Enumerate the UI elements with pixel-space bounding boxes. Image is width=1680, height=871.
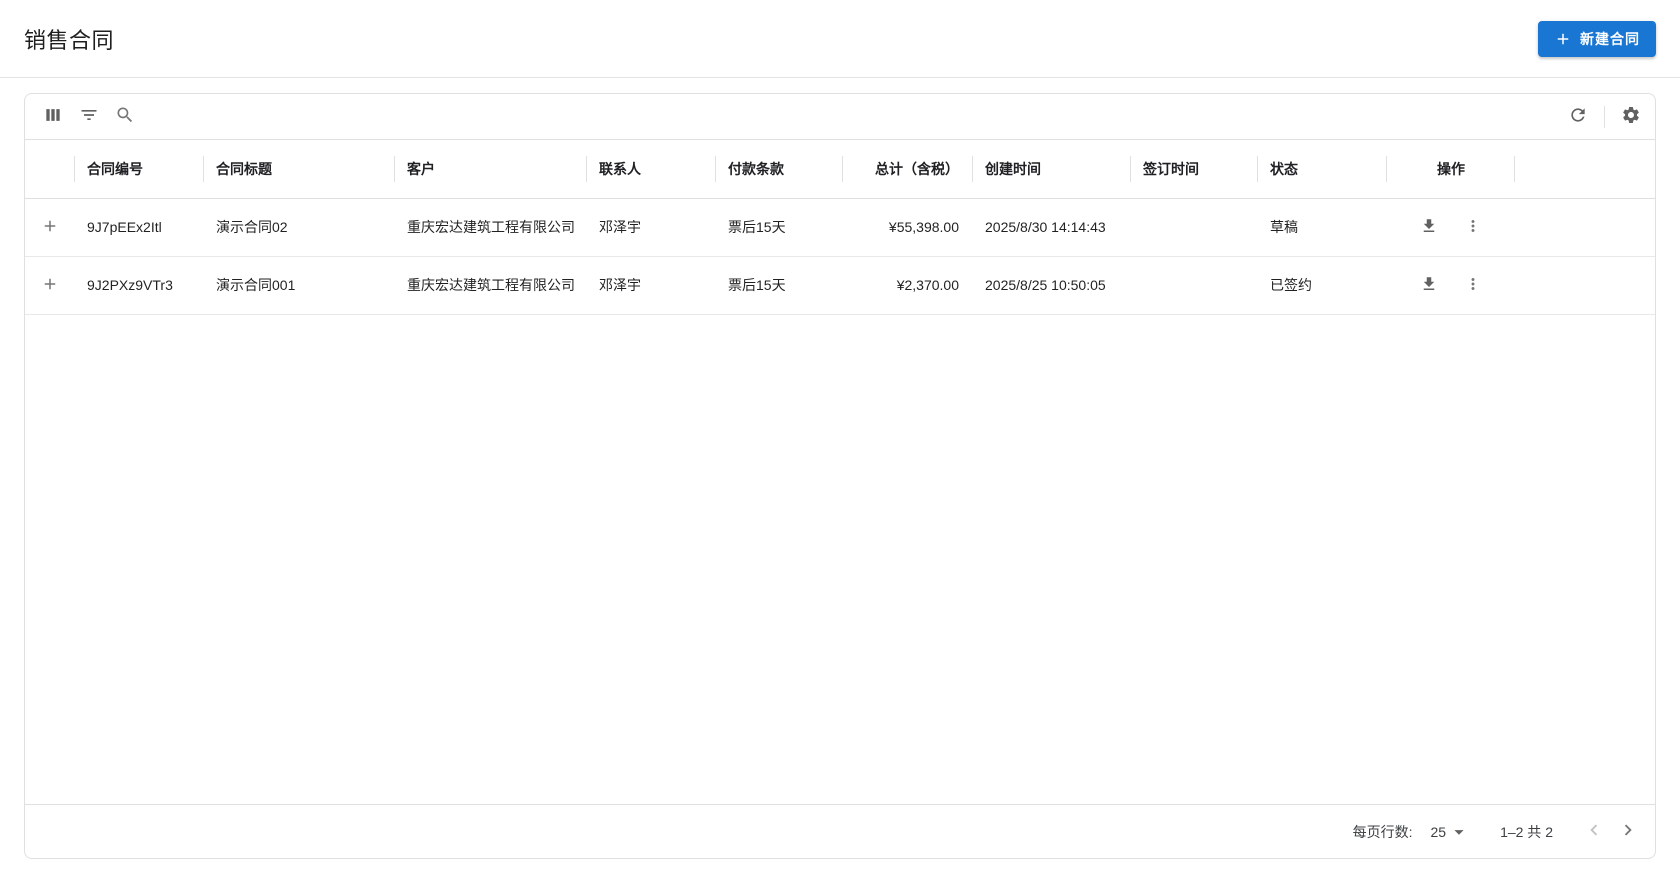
search-button[interactable] [107,99,143,135]
column-header-expand [25,140,75,199]
columns-button[interactable] [35,99,71,135]
rows-per-page-label: 每页行数: [1352,823,1413,840]
page-header: 销售合同 新建合同 [0,0,1680,78]
total-cell: ¥2,370.00 [843,256,973,315]
contracts-card: 合同编号 合同标题 客户 联系人 付款条款 总计（含税） 创建时间 签订时间 状… [24,93,1656,859]
rows-per-page-select[interactable]: 25 [1430,821,1470,843]
download-icon [1420,275,1438,296]
grid-toolbar [25,94,1655,140]
download-icon [1420,217,1438,238]
chevron-left-icon [1583,819,1605,844]
plus-icon [1554,30,1572,48]
signed-at-cell [1131,198,1258,257]
kebab-icon [1464,217,1482,238]
table-header-row: 合同编号 合同标题 客户 联系人 付款条款 总计（含税） 创建时间 签订时间 状… [25,140,1655,199]
payment-terms-cell: 票后15天 [716,198,843,257]
refresh-button[interactable] [1560,99,1596,135]
search-icon [115,105,135,128]
column-header-filler [1515,140,1655,199]
new-contract-button-label: 新建合同 [1580,30,1640,47]
table-row[interactable]: 9J7pEEx2Itl 演示合同02 重庆宏达建筑工程有限公司 邓泽宇 票后15… [25,198,1655,257]
status-cell: 已签约 [1258,256,1387,315]
expand-row-button[interactable] [35,212,65,242]
row-actions [1399,270,1503,300]
filter-list-icon [79,105,99,128]
view-columns-icon [43,105,63,128]
next-page-button[interactable] [1611,815,1645,849]
total-cell: ¥55,398.00 [843,198,973,257]
column-header-created-at[interactable]: 创建时间 [973,140,1131,199]
new-contract-button[interactable]: 新建合同 [1538,20,1656,57]
column-header-customer[interactable]: 客户 [395,140,587,199]
previous-page-button[interactable] [1577,815,1611,849]
plus-icon [41,275,59,296]
row-actions [1399,212,1503,242]
column-header-signed-at[interactable]: 签订时间 [1131,140,1258,199]
table-empty-space [25,315,1655,805]
pagination-bar: 每页行数: 25 1–2 共 2 [25,804,1655,858]
signed-at-cell [1131,256,1258,315]
download-button[interactable] [1414,270,1444,300]
column-header-contract-number[interactable]: 合同编号 [75,140,204,199]
column-header-actions: 操作 [1387,140,1515,199]
customer-cell: 重庆宏达建筑工程有限公司 [395,198,587,257]
pagination-range: 1–2 共 2 [1500,823,1553,840]
contract-number-cell: 9J2PXz9VTr3 [75,256,204,315]
column-header-payment-terms[interactable]: 付款条款 [716,140,843,199]
more-actions-button[interactable] [1458,212,1488,242]
rows-per-page-value: 25 [1430,823,1447,840]
contract-title-cell: 演示合同02 [204,198,395,257]
table-row[interactable]: 9J2PXz9VTr3 演示合同001 重庆宏达建筑工程有限公司 邓泽宇 票后1… [25,256,1655,315]
contract-title-cell: 演示合同001 [204,256,395,315]
contract-number-cell: 9J7pEEx2Itl [75,198,204,257]
column-header-contract-title[interactable]: 合同标题 [204,140,395,199]
toolbar-divider [1604,105,1605,128]
refresh-icon [1568,105,1588,128]
filter-button[interactable] [71,99,107,135]
expand-row-button[interactable] [35,270,65,300]
created-at-cell: 2025/8/30 14:14:43 [973,198,1131,257]
download-button[interactable] [1414,212,1444,242]
settings-button[interactable] [1613,99,1649,135]
column-header-contact[interactable]: 联系人 [587,140,716,199]
gear-icon [1621,105,1641,128]
page-title: 销售合同 [24,27,115,53]
plus-icon [41,217,59,238]
column-header-total[interactable]: 总计（含税） [843,140,973,199]
arrow-dropdown-icon [1448,821,1470,843]
status-cell: 草稿 [1258,198,1387,257]
kebab-icon [1464,275,1482,296]
contracts-table: 合同编号 合同标题 客户 联系人 付款条款 总计（含税） 创建时间 签订时间 状… [25,140,1655,315]
more-actions-button[interactable] [1458,270,1488,300]
created-at-cell: 2025/8/25 10:50:05 [973,256,1131,315]
contact-cell: 邓泽宇 [587,198,716,257]
payment-terms-cell: 票后15天 [716,256,843,315]
column-header-status[interactable]: 状态 [1258,140,1387,199]
customer-cell: 重庆宏达建筑工程有限公司 [395,256,587,315]
chevron-right-icon [1617,819,1639,844]
contact-cell: 邓泽宇 [587,256,716,315]
